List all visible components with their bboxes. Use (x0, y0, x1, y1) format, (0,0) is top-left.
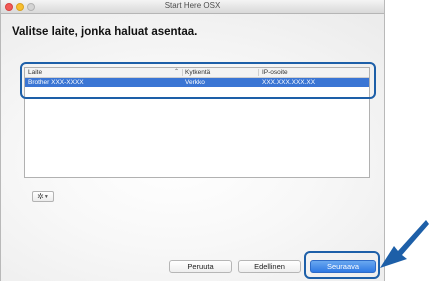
chevron-down-icon: ▼ (43, 194, 49, 200)
cancel-button[interactable]: Peruuta (169, 260, 232, 273)
next-button-callout-outline (304, 251, 380, 279)
window-title: Start Here OSX (164, 1, 221, 10)
installer-window: Start Here OSX Valitse laite, jonka halu… (0, 0, 385, 281)
pointer-arrow-icon (380, 220, 429, 268)
page-heading: Valitse laite, jonka haluat asentaa. (12, 26, 198, 38)
gear-icon: ✲ (37, 192, 44, 201)
title-bar: Start Here OSX (1, 0, 384, 14)
previous-button[interactable]: Edellinen (238, 260, 301, 273)
table-callout-outline (20, 62, 376, 99)
action-menu-button[interactable]: ✲▼ (32, 191, 54, 202)
